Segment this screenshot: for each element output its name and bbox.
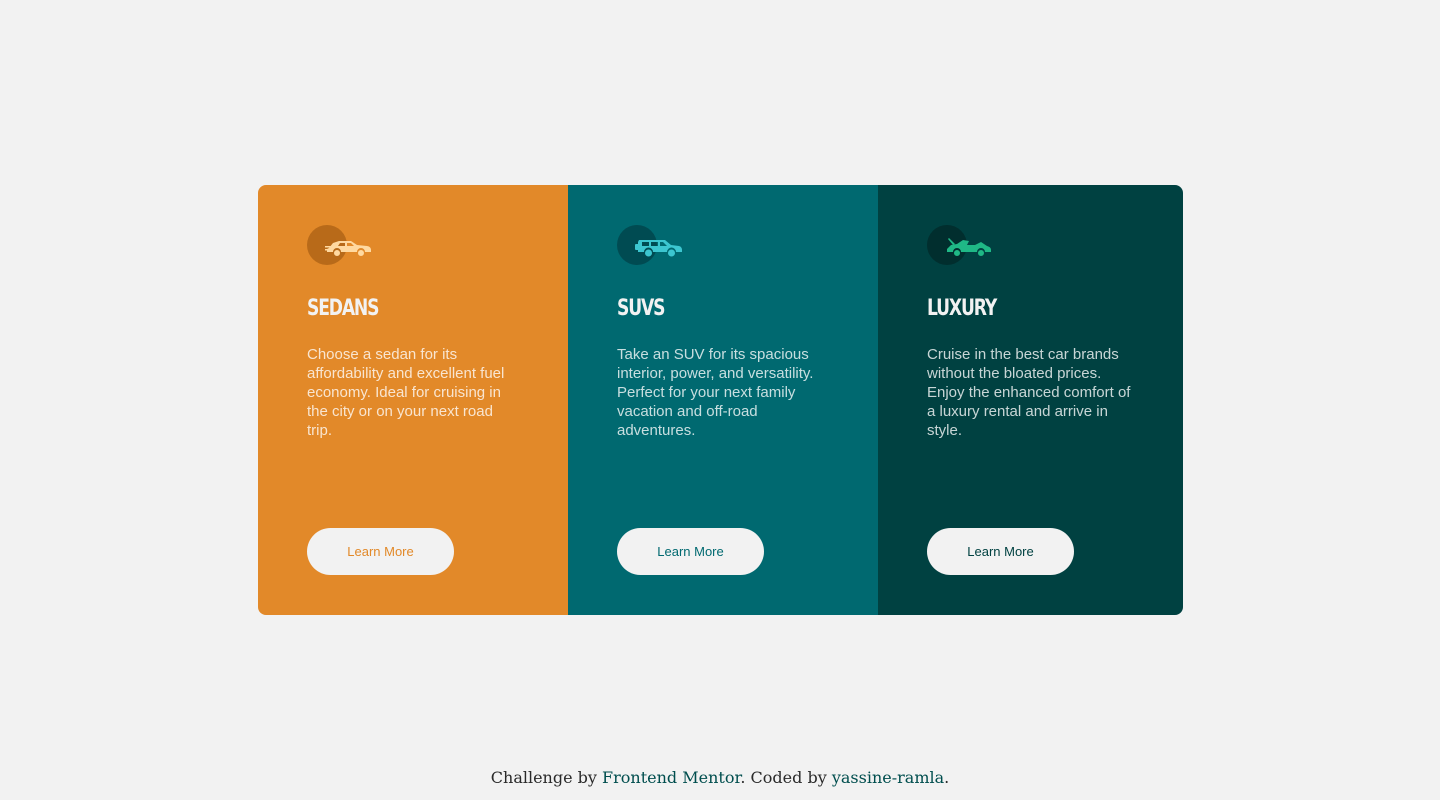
card-suvs: SUVs Take an SUV for its spacious interi… [568,185,878,615]
card-title: SUVs [617,296,665,321]
author-link[interactable]: yassine-ramla [832,768,944,787]
suv-icon-wrap [617,225,687,265]
sedan-icon-wrap [307,225,377,265]
suv-car-icon [635,240,682,257]
card-description: Choose a sedan for its affordability and… [307,346,505,439]
card-luxury: Luxury Cruise in the best car brands wit… [878,185,1183,615]
card-description: Cruise in the best car brands without th… [927,346,1131,439]
page: Sedans Choose a sedan for its affordabil… [0,0,1440,800]
card-title: Luxury [927,296,997,321]
learn-more-button[interactable]: Learn More [307,528,454,575]
card-description: Take an SUV for its spacious interior, p… [617,346,814,439]
frontend-mentor-link[interactable]: Frontend Mentor [602,768,740,787]
attribution-suffix: . [944,768,950,787]
learn-more-button[interactable]: Learn More [927,528,1074,575]
sedan-car-icon [325,241,371,256]
card-sedans: Sedans Choose a sedan for its affordabil… [258,185,568,615]
card-title: Sedans [307,296,379,321]
attribution-middle: . Coded by [740,768,827,787]
luxury-icon-wrap [927,225,997,265]
attribution-prefix: Challenge by [490,768,597,787]
attribution: Challenge by Frontend Mentor. Coded by y… [0,768,1440,787]
luxury-car-icon [947,238,991,256]
cards-container: Sedans Choose a sedan for its affordabil… [258,185,1183,615]
learn-more-button[interactable]: Learn More [617,528,764,575]
